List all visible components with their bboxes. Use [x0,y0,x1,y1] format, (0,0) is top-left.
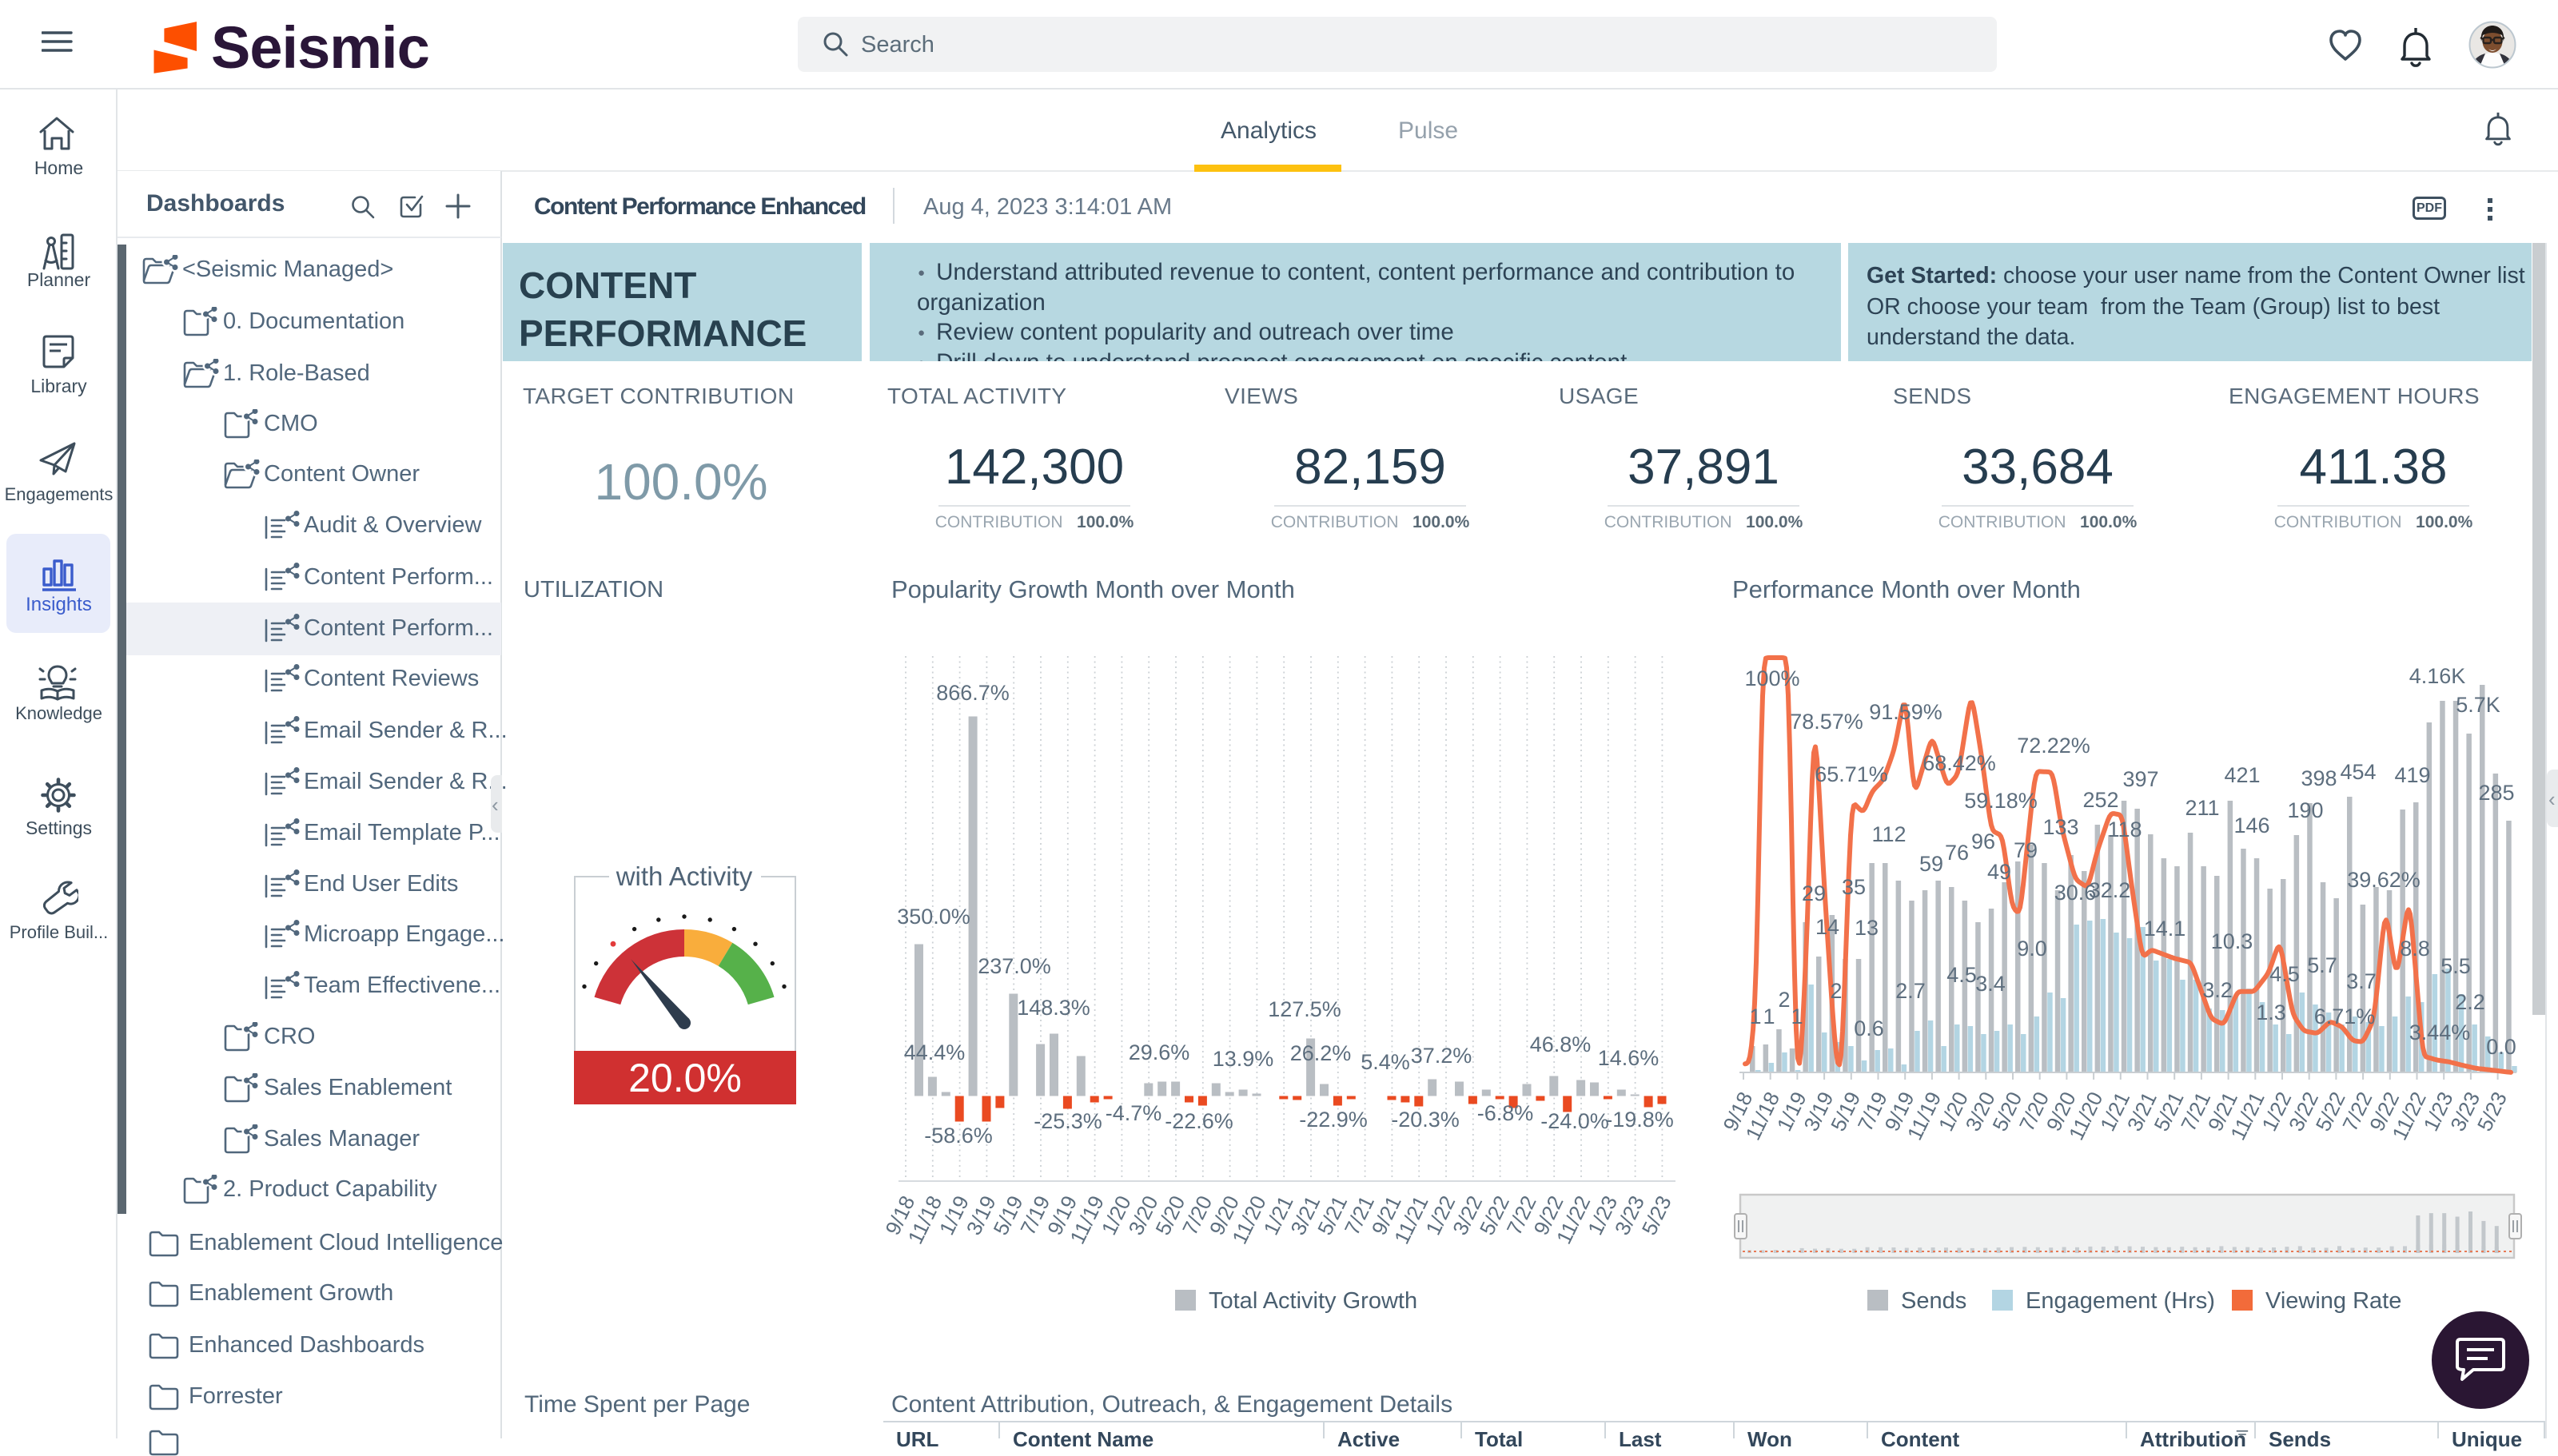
svg-text:78.57%: 78.57% [1790,710,1863,734]
svg-text:866.7%: 866.7% [936,681,1010,705]
svg-text:65.71%: 65.71% [1815,762,1888,786]
svg-text:59: 59 [1919,852,1943,876]
svg-text:32.2: 32.2 [2089,878,2131,902]
svg-text:-4.7%: -4.7% [1106,1101,1162,1125]
svg-text:1: 1 [1763,1004,1775,1028]
svg-text:-19.8%: -19.8% [1605,1108,1674,1132]
svg-text:76: 76 [1945,841,1969,865]
svg-text:454: 454 [2340,760,2376,784]
svg-text:4.16K: 4.16K [2409,664,2466,688]
svg-text:14.1: 14.1 [2144,917,2186,941]
svg-text:0.0: 0.0 [2486,1035,2516,1059]
svg-text:190: 190 [2287,798,2323,822]
svg-text:350.0%: 350.0% [897,905,970,929]
svg-text:14: 14 [1815,915,1839,939]
svg-text:14.6%: 14.6% [1598,1046,1660,1070]
svg-text:2.2: 2.2 [2455,990,2485,1014]
svg-text:49: 49 [1987,860,2011,884]
svg-text:5/23: 5/23 [2472,1088,2512,1135]
svg-text:13.9%: 13.9% [1213,1047,1274,1071]
svg-text:-6.8%: -6.8% [1477,1101,1534,1125]
svg-text:2.7: 2.7 [1895,979,1926,1003]
svg-text:10.3: 10.3 [2211,929,2253,953]
svg-text:6.71%: 6.71% [2314,1004,2376,1028]
svg-text:35: 35 [1842,875,1866,899]
svg-text:2: 2 [1778,988,1790,1012]
svg-text:8.8: 8.8 [2400,937,2430,961]
svg-text:4.5: 4.5 [1946,963,1977,987]
svg-text:1: 1 [1749,1004,1761,1028]
svg-text:-20.3%: -20.3% [1391,1108,1460,1132]
svg-text:285: 285 [2478,781,2514,805]
svg-text:0.6: 0.6 [1854,1016,1884,1040]
svg-text:-24.0%: -24.0% [1540,1109,1609,1133]
svg-text:-25.3%: -25.3% [1034,1109,1102,1133]
svg-text:133: 133 [2042,815,2078,839]
svg-text:79: 79 [2014,838,2038,862]
svg-text:1: 1 [1791,1004,1803,1028]
svg-text:4.5: 4.5 [2269,962,2300,986]
svg-text:39.62%: 39.62% [2347,868,2421,892]
svg-text:421: 421 [2224,763,2260,787]
svg-text:44.4%: 44.4% [904,1040,966,1064]
svg-text:118: 118 [2107,818,2142,841]
svg-text:252: 252 [2082,788,2118,812]
svg-text:2: 2 [1830,979,1842,1003]
svg-text:72.22%: 72.22% [2017,734,2090,758]
svg-text:37.2%: 37.2% [1411,1044,1472,1068]
svg-text:13: 13 [1855,916,1879,940]
svg-text:-22.6%: -22.6% [1165,1109,1233,1133]
svg-text:68.42%: 68.42% [1922,751,1996,775]
svg-text:3.7: 3.7 [2346,969,2377,993]
svg-text:5.5: 5.5 [2440,954,2471,978]
svg-text:3.4: 3.4 [1975,972,2006,996]
svg-text:5.7: 5.7 [2307,953,2337,977]
svg-text:211: 211 [2185,796,2219,820]
svg-text:419: 419 [2394,763,2430,787]
svg-text:3.2: 3.2 [2202,978,2233,1002]
svg-text:26.2%: 26.2% [1290,1041,1352,1065]
svg-text:5.4%: 5.4% [1361,1050,1410,1074]
svg-text:-58.6%: -58.6% [924,1124,993,1148]
svg-text:397: 397 [2122,767,2158,791]
svg-text:29.6%: 29.6% [1129,1040,1190,1064]
svg-text:237.0%: 237.0% [978,954,1051,978]
svg-text:5.7K: 5.7K [2456,693,2500,717]
svg-text:91.59%: 91.59% [1869,700,1942,724]
svg-text:1.3: 1.3 [2256,1001,2286,1024]
svg-text:-22.9%: -22.9% [1299,1108,1368,1132]
svg-text:5/23: 5/23 [1637,1191,1676,1239]
svg-text:148.3%: 148.3% [1017,996,1090,1020]
svg-text:100%: 100% [1744,666,1799,690]
svg-text:146: 146 [2233,814,2269,837]
svg-text:59.18%: 59.18% [1964,789,2038,813]
svg-text:29: 29 [1802,881,1826,905]
svg-text:9.0: 9.0 [2017,937,2047,961]
svg-text:112: 112 [1871,822,1906,846]
svg-text:3.44%: 3.44% [2409,1020,2471,1044]
svg-text:127.5%: 127.5% [1268,997,1341,1021]
svg-text:398: 398 [2301,766,2337,790]
svg-text:46.8%: 46.8% [1530,1032,1592,1056]
svg-text:96: 96 [1971,829,1995,853]
